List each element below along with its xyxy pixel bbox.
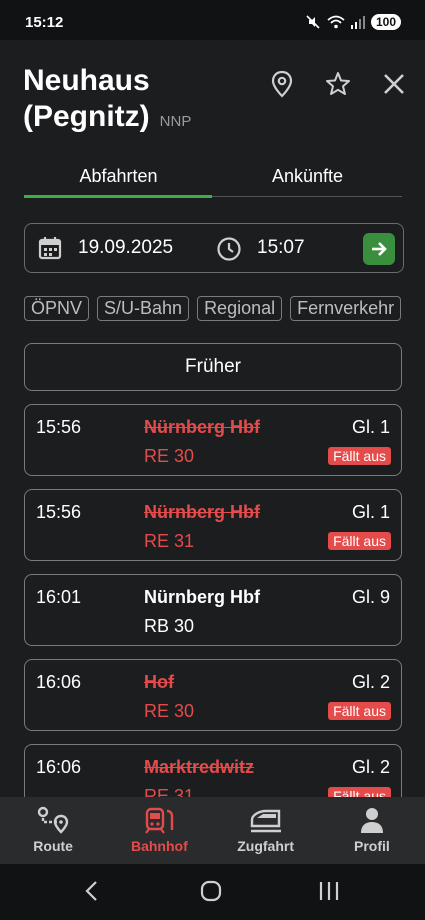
nav-label: Bahnhof [130, 838, 188, 854]
destination: Hof [144, 672, 174, 692]
time-field[interactable]: 15:07 [257, 237, 305, 259]
cancelled-badge: Fällt aus [328, 787, 391, 797]
station-name-line2: (Pegnitz) [23, 100, 150, 133]
arrow-right-icon [372, 242, 387, 256]
filter-chip-s-u-bahn[interactable]: S/U-Bahn [97, 296, 190, 321]
cancelled-badge: Fällt aus [328, 447, 391, 465]
signal-icon [350, 16, 365, 29]
nav-label: Route [33, 838, 73, 854]
battery-indicator: 100 [370, 14, 401, 30]
track: Gl. 2 [351, 757, 390, 777]
location-pin-icon [271, 70, 293, 98]
departure-time: 16:01 [36, 587, 82, 607]
tab-departures[interactable]: Abfahrten [24, 162, 213, 198]
destination: Nürnberg Hbf [144, 587, 260, 607]
train-line: RB 30 [144, 616, 195, 636]
destination: Nürnberg Hbf [144, 417, 260, 437]
mute-icon [306, 15, 320, 29]
track: Gl. 1 [351, 502, 390, 522]
train-line: RE 30 [144, 446, 195, 466]
date-field[interactable]: 19.09.2025 [78, 237, 173, 259]
wifi-icon [327, 15, 345, 29]
departure-list: 15:56 Nürnberg Hbf RE 30 Gl. 1 Fällt aus… [24, 404, 402, 797]
profile-icon [360, 808, 383, 833]
departure-card[interactable]: 15:56 Nürnberg Hbf RE 30 Gl. 1 Fällt aus [24, 404, 402, 476]
location-button[interactable] [264, 66, 300, 102]
destination: Marktredwitz [144, 757, 255, 777]
tab-arrivals[interactable]: Ankünfte [213, 162, 402, 198]
search-button[interactable] [363, 233, 395, 265]
close-icon [384, 74, 404, 94]
tab-bar: Abfahrten Ankünfte [24, 162, 402, 198]
destination: Nürnberg Hbf [144, 502, 260, 522]
cancelled-badge: Fällt aus [328, 702, 391, 720]
back-icon[interactable] [82, 879, 102, 903]
departure-card[interactable]: 16:06 Hof RE 30 Gl. 2 Fällt aus [24, 659, 402, 731]
page-title: Neuhaus (Pegnitz) NNP [23, 63, 263, 140]
departure-card[interactable]: 16:06 Marktredwitz RE 31 Gl. 2 Fällt aus [24, 744, 402, 797]
filter-chip-regional[interactable]: Regional [197, 296, 283, 321]
nav-journey[interactable]: Zugfahrt [213, 797, 319, 864]
track: Gl. 2 [351, 672, 390, 692]
train-line: RE 31 [144, 531, 195, 551]
nav-label: Profil [353, 838, 390, 854]
tab-divider [212, 196, 402, 197]
close-button[interactable] [376, 66, 412, 102]
favorite-button[interactable] [320, 66, 356, 102]
departure-time: 16:06 [36, 757, 82, 777]
track: Gl. 9 [351, 587, 390, 607]
station-name-line1: Neuhaus [23, 64, 150, 97]
nav-station[interactable]: Bahnhof [106, 797, 212, 864]
filter-chip-fernverkehr[interactable]: Fernverkehr [290, 296, 402, 321]
nav-label: Zugfahrt [237, 838, 294, 854]
star-icon [326, 72, 350, 95]
train-line: RE 30 [144, 701, 195, 721]
bottom-navigation: Route Bahnhof Zugfahrt Profil [0, 797, 425, 864]
earlier-button[interactable]: Früher [24, 343, 402, 391]
system-indicators: 100 [305, 14, 401, 30]
recent-apps-icon[interactable] [318, 879, 340, 903]
nav-route[interactable]: Route [0, 797, 106, 864]
filter-chip-oepnv[interactable]: ÖPNV [24, 296, 90, 321]
status-bar: 15:12 100 [0, 0, 425, 40]
calendar-icon [38, 237, 62, 260]
route-icon [37, 806, 69, 834]
departure-time: 15:56 [36, 417, 82, 437]
clock-icon [217, 237, 241, 261]
train-icon [250, 809, 281, 833]
departure-card[interactable]: 15:56 Nürnberg Hbf RE 31 Gl. 1 Fällt aus [24, 489, 402, 561]
departure-card[interactable]: 16:01 Nürnberg Hbf RB 30 Gl. 9 [24, 574, 402, 646]
header-actions [264, 66, 412, 102]
train-line: RE 31 [144, 786, 195, 797]
station-code: NNP [159, 113, 192, 130]
date-time-picker: 19.09.2025 15:07 [24, 223, 404, 273]
transport-filters: ÖPNV S/U-Bahn Regional Fernverkehr [24, 296, 402, 321]
track: Gl. 1 [351, 417, 390, 437]
departure-time: 16:06 [36, 672, 82, 692]
status-time: 15:12 [25, 14, 64, 31]
cancelled-badge: Fällt aus [328, 532, 391, 550]
system-navigation-bar [0, 864, 425, 920]
nav-profile[interactable]: Profil [319, 797, 425, 864]
departure-time: 15:56 [36, 502, 82, 522]
station-icon [145, 807, 174, 834]
home-icon[interactable] [199, 879, 223, 903]
active-tab-indicator [24, 195, 212, 198]
